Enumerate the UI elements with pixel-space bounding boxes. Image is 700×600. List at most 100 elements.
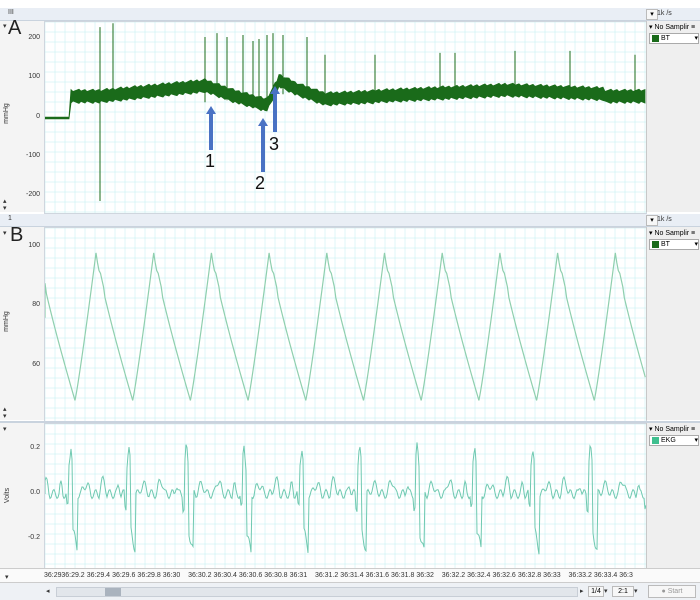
panel-b-sidebar: ▾ No Samplir ≡ BT ▾ [646, 227, 700, 420]
panel-b-channel-dropdown-icon[interactable]: ▾ [694, 240, 698, 249]
panel-a-channel: BT [661, 35, 670, 42]
panel-b-ylabel: mmHg [2, 311, 10, 332]
x-tick-label: 36:31 [289, 572, 308, 579]
panel-c-channel: EKG [661, 437, 676, 444]
x-axis-ticks: 36:29 36:29.2 36:29.4 36:29.6 36:29.8 36:30 36… [44, 571, 645, 582]
zoom-b-box[interactable]: 2:1 [612, 586, 634, 597]
panel-b-plot[interactable] [44, 227, 647, 422]
y-tick-label: 0.2 [30, 444, 40, 451]
panel-a-sampling-row[interactable]: ▾ No Samplir ≡ [649, 23, 699, 31]
annotation-label-2: 2 [255, 173, 265, 193]
panel-c-collapse-icon[interactable]: ▾ [3, 425, 7, 433]
panel-a-channel-dropdown-icon[interactable]: ▾ [694, 34, 698, 43]
panel-c-channel-dropdown-icon[interactable]: ▾ [694, 436, 698, 445]
x-axis: ▾ 36:29 36:29.2 36:29.4 36:29.6 36:29.8 36:30… [0, 568, 700, 583]
arrow-head [206, 106, 216, 114]
x-tick-label: 36:31.6 [365, 572, 390, 579]
x-tick-label: 36:30.8 [264, 572, 288, 579]
panel-a-collapse-icon[interactable]: ▾ [3, 22, 7, 30]
x-tick-label: 36:33.2 [568, 572, 592, 579]
x-tick-label: 36:30.2 [188, 572, 212, 579]
panel-c-channel-swatch [652, 436, 659, 444]
panel-c-sampling-row[interactable]: ▾ No Samplir ≡ [649, 425, 699, 433]
panel-a-indicator: III [8, 9, 14, 16]
y-tick-label: 100 [28, 73, 40, 80]
y-tick-label: 0 [36, 113, 40, 120]
x-tick-label: 36:30 [162, 572, 181, 579]
panel-c-yticks: 0.2 0.0 -0.2 [22, 423, 42, 568]
panel-b-sampling-menu-icon[interactable]: ≡ [691, 230, 695, 237]
panel-c-channel-select[interactable]: EKG ▾ [649, 435, 699, 446]
y-tick-label: 200 [28, 34, 40, 41]
panel-a-letter: A [8, 17, 22, 39]
panel-c-sampling: No Samplir [654, 426, 690, 433]
panel-a-sidebar: ▾ No Samplir ≡ BT ▾ [646, 21, 700, 212]
zoom-a-dropdown-icon[interactable]: ▾ [604, 587, 608, 595]
annotation-arrow-2 [258, 118, 268, 172]
panel-b-channel-select[interactable]: BT ▾ [649, 239, 699, 250]
panel-c-svg [45, 424, 646, 569]
zoom-a-box[interactable]: 1/4 [588, 586, 604, 597]
footer-bar: ◂ ▸ 1/4 ▾ 2:1 ▾ ● Start [0, 582, 700, 600]
panel-a-sampling: No Samplir [654, 24, 690, 31]
panel-b-svg [45, 228, 646, 421]
panel-a-channel-swatch [652, 34, 659, 42]
y-tick-label: -0.2 [27, 534, 40, 541]
start-button[interactable]: ● Start [648, 585, 696, 598]
y-tick-label: 100 [28, 242, 40, 249]
panel-b-indicator: 1 [8, 215, 12, 222]
scroll-right-icon[interactable]: ▸ [580, 587, 584, 595]
x-tick-label: 36:32.2 [441, 572, 466, 579]
x-tick-label: 36:32.4 [467, 572, 491, 579]
y-tick-label: 80 [32, 301, 40, 308]
panel-b-scroll-down[interactable]: ▾ [3, 412, 7, 420]
annotation-label-1: 1 [205, 151, 215, 171]
panel-c-plot[interactable] [44, 423, 647, 570]
x-tick-label: 36:31.8 [391, 572, 415, 579]
x-tick-label: 36:29.6 [112, 572, 136, 579]
panel-a-sampling-menu-icon[interactable]: ≡ [691, 24, 695, 31]
x-tick-label: 36:29.8 [137, 572, 161, 579]
time-scrollbar-thumb[interactable] [105, 588, 121, 596]
panel-a-channel-select[interactable]: BT ▾ [649, 33, 699, 44]
annotation-arrow-3 [270, 86, 280, 132]
zoom-b-dropdown-icon[interactable]: ▾ [634, 587, 638, 595]
panel-a-ylabel: mmHg [2, 103, 10, 124]
panel-b-toolbar: 1 ▾ 1k /s [0, 214, 700, 227]
x-tick-label: 36:31.2 [314, 572, 339, 579]
y-tick-label: -200 [25, 191, 40, 198]
panel-c-sampling-menu-icon[interactable]: ≡ [691, 426, 695, 433]
y-tick-label: 60 [32, 361, 40, 368]
panel-a-svg: 1 23 [45, 22, 646, 213]
panel-b-sampling: No Samplir [654, 230, 690, 237]
start-icon: ● [661, 588, 666, 595]
x-tick-label: 36:29.4 [86, 572, 111, 579]
scroll-left-icon[interactable]: ◂ [46, 587, 50, 595]
annotation-arrow-1 [206, 106, 216, 150]
panel-a-yticks: 200 100 0 -100 -200 [22, 21, 42, 212]
panel-a-rate: 1k /s [657, 10, 672, 17]
panel-b-sampling-row[interactable]: ▾ No Samplir ≡ [649, 229, 699, 237]
panel-c-sampling-toggle-icon[interactable]: ▾ [649, 426, 653, 433]
x-axis-options-icon[interactable]: ▾ [5, 573, 9, 581]
x-tick-label: 36:30.4 [213, 572, 237, 579]
panel-a-sampling-toggle-icon[interactable]: ▾ [649, 24, 653, 31]
annotation-label-3: 3 [269, 134, 279, 154]
panel-b-collapse-icon[interactable]: ▾ [3, 229, 7, 237]
time-scrollbar[interactable] [56, 587, 578, 597]
panel-b-rate: 1k /s [657, 216, 672, 223]
panel-a-scroll-down[interactable]: ▾ [3, 204, 7, 212]
x-tick-label: 36:33 [543, 572, 561, 579]
y-tick-label: -100 [25, 152, 40, 159]
start-label: Start [667, 588, 683, 595]
x-tick-label: 36:29.2 [61, 572, 85, 579]
panel-b-sampling-toggle-icon[interactable]: ▾ [649, 230, 653, 237]
panel-a-plot[interactable]: 1 23 [44, 21, 647, 214]
x-tick-label: 36:30.6 [238, 572, 263, 579]
x-tick-label: 36:3 [619, 572, 633, 579]
panel-b-grid [45, 228, 646, 421]
panel-b-channel: BT [661, 241, 670, 248]
x-tick-label: 36:29 [44, 572, 62, 579]
panel-a-grid [45, 22, 646, 213]
x-tick-label: 36:32.6 [492, 572, 516, 579]
